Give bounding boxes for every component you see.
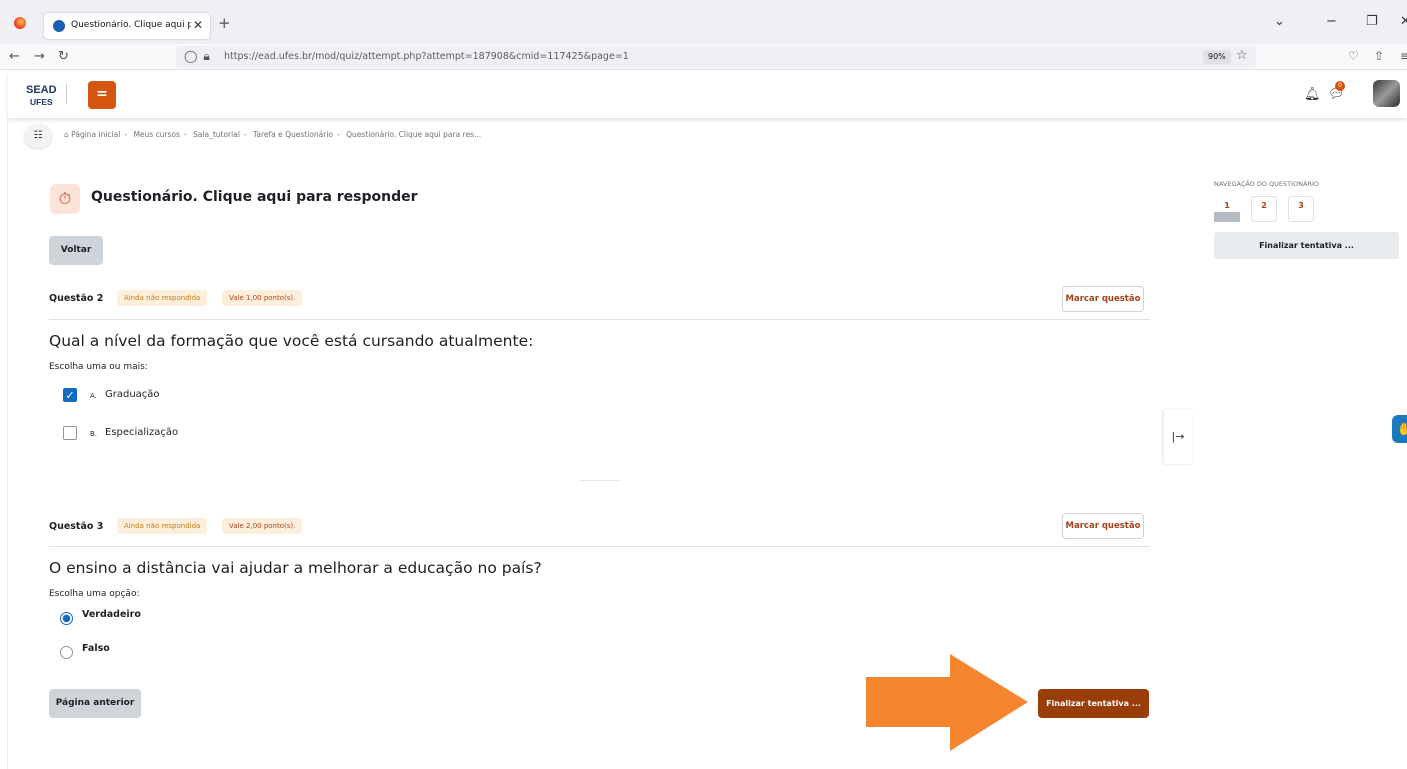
- quiz-nav-page-2[interactable]: 2: [1251, 196, 1277, 222]
- true-radio[interactable]: [60, 612, 73, 625]
- left-edge: [0, 118, 8, 769]
- breadcrumb-item-room[interactable]: Sala_tutorial: [193, 130, 240, 139]
- flag-question-2-button[interactable]: Marcar questão: [1062, 286, 1144, 312]
- current-page-marker: [1214, 212, 1240, 222]
- site-header: SEAD UFES = 🔔︎ 💬︎ 0: [8, 72, 1407, 118]
- quiz-nav-page-2-label: 2: [1261, 201, 1267, 210]
- menu-icon[interactable]: =: [88, 81, 116, 109]
- question-separator: [579, 480, 619, 481]
- option-a-text[interactable]: Graduação: [105, 389, 160, 400]
- app-menu-icon[interactable]: ≡: [1400, 49, 1407, 63]
- question-3-label: Questão 3: [49, 521, 104, 532]
- tab-close-icon[interactable]: ✕: [193, 18, 203, 32]
- site-favicon-icon: [53, 20, 65, 32]
- question-2-grade-badge: Vale 1,00 ponto(s).: [222, 290, 303, 306]
- question-3-prompt: Escolha uma opção:: [49, 589, 140, 599]
- bell-icon[interactable]: 🔔︎: [1304, 87, 1321, 102]
- quiz-nav-page-3[interactable]: 3: [1288, 196, 1314, 222]
- forward-arrow-icon[interactable]: →: [34, 49, 45, 64]
- shield-lock-icon: ◯🔒︎: [184, 49, 216, 63]
- tab-list-chevron-icon[interactable]: ⌄: [1274, 14, 1285, 29]
- false-option-text[interactable]: Falso: [82, 643, 110, 654]
- sead-ufes-logo[interactable]: SEAD UFES: [26, 80, 66, 110]
- option-a-letter: A.: [90, 392, 97, 400]
- pocket-icon[interactable]: ♡: [1348, 49, 1359, 63]
- back-button[interactable]: Voltar: [49, 236, 103, 265]
- quiz-nav-finish-button[interactable]: Finalizar tentativa ...: [1214, 232, 1399, 259]
- close-window-icon[interactable]: ✕: [1400, 14, 1407, 29]
- accessibility-icon[interactable]: ✋: [1392, 415, 1407, 443]
- breadcrumb-item-home[interactable]: Página inicial: [71, 130, 120, 139]
- question-2-label: Questão 2: [49, 293, 104, 304]
- url-text[interactable]: https://ead.ufes.br/mod/quiz/attempt.php…: [224, 51, 629, 62]
- share-icon[interactable]: ⇧: [1374, 49, 1384, 63]
- question-3-state-badge: Ainda não respondida: [117, 518, 208, 534]
- option-b-text[interactable]: Especialização: [105, 427, 178, 438]
- question-2-state-badge: Ainda não respondida: [117, 290, 208, 306]
- question-2-prompt: Escolha uma ou mais:: [49, 362, 148, 372]
- reload-icon[interactable]: ↻: [58, 49, 69, 64]
- question-3-divider: [49, 546, 1150, 547]
- new-tab-button[interactable]: +: [218, 14, 231, 32]
- quiz-nav-page-1-label: 1: [1224, 201, 1230, 210]
- previous-page-button[interactable]: Página anterior: [49, 689, 141, 718]
- breadcrumb-item-quiz[interactable]: Questionário. Clique aqui para res...: [346, 130, 481, 139]
- breadcrumb: ⌂ Página inicial - Meus cursos - Sala_tuto…: [64, 130, 482, 139]
- question-3-grade-badge: Vale 2,00 ponto(s).: [222, 518, 303, 534]
- address-bar[interactable]: ◯🔒︎ https://ead.ufes.br/mod/quiz/attempt…: [176, 46, 1256, 68]
- zoom-level[interactable]: 90%: [1203, 50, 1231, 64]
- question-2-text: Qual a nível da formação que você está c…: [49, 332, 534, 350]
- logo-sead-text: SEAD: [26, 84, 57, 96]
- false-radio[interactable]: [60, 646, 73, 659]
- back-arrow-icon[interactable]: ←: [9, 49, 20, 64]
- bookmark-star-icon[interactable]: ☆: [1236, 48, 1248, 63]
- quiz-nav-page-1[interactable]: 1: [1214, 196, 1240, 222]
- quiz-nav-page-3-label: 3: [1298, 201, 1304, 210]
- option-b-checkbox[interactable]: [63, 426, 77, 440]
- quiz-timer-icon: ⏱: [50, 184, 80, 214]
- restore-window-icon[interactable]: ❐: [1366, 14, 1378, 29]
- finish-attempt-button[interactable]: Finalizar tentativa ...: [1038, 689, 1149, 718]
- avatar[interactable]: [1373, 80, 1400, 107]
- course-index-toggle-icon[interactable]: ☷: [24, 124, 52, 148]
- messages-badge: 0: [1335, 81, 1345, 91]
- logo-divider: [66, 84, 67, 104]
- close-drawer-icon[interactable]: |→: [1164, 410, 1192, 464]
- browser-tab-strip: Questionário. Clique aqui para r ✕ + ⌄ −…: [0, 0, 1407, 44]
- browser-toolbar: ← → ↻ ◯🔒︎ https://ead.ufes.br/mod/quiz/a…: [0, 44, 1407, 70]
- breadcrumb-item-courses[interactable]: Meus cursos: [133, 130, 180, 139]
- minimize-window-icon[interactable]: −: [1326, 14, 1337, 29]
- firefox-icon[interactable]: [14, 17, 26, 29]
- question-2-divider: [49, 319, 1150, 320]
- quiz-nav-title: NAVEGAÇÃO DO QUESTIONÁRIO: [1214, 180, 1320, 188]
- page-title: Questionário. Clique aqui para responder: [91, 189, 418, 205]
- flag-question-3-button[interactable]: Marcar questão: [1062, 513, 1144, 539]
- option-a-checkbox[interactable]: ✓: [63, 388, 77, 402]
- breadcrumb-item-section[interactable]: Tarefa e Questionário: [253, 130, 333, 139]
- browser-tab-active[interactable]: Questionário. Clique aqui para r ✕: [44, 13, 210, 39]
- annotation-arrow-icon: [866, 654, 1028, 751]
- logo-ufes-text: UFES: [30, 97, 53, 107]
- option-b-letter: B.: [90, 430, 98, 438]
- true-option-text[interactable]: Verdadeiro: [82, 609, 141, 620]
- question-3-text: O ensino a distância vai ajudar a melhor…: [49, 559, 542, 577]
- tab-title: Questionário. Clique aqui para r: [71, 20, 191, 30]
